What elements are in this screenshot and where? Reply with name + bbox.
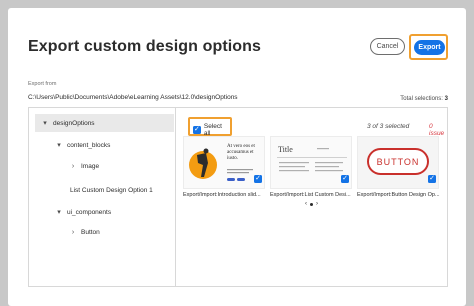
card-checkbox[interactable]: ✓ <box>428 175 436 183</box>
select-all-highlight: ✓ Select all <box>188 117 232 137</box>
tree-item-list-custom-design-option[interactable]: List Custom Design Option 1 <box>70 187 153 194</box>
export-panel: ▾ designOptions ▾ content_blocks › Image… <box>28 107 448 287</box>
export-button-highlight: Export <box>409 34 448 60</box>
card-thumbnail: Title <box>270 136 352 189</box>
export-button[interactable]: Export <box>414 40 445 55</box>
total-selections: Total selections: 3 <box>400 96 448 102</box>
chevron-right-icon: › <box>71 163 75 170</box>
export-path: C:\Users\Public\Documents\Adobe\eLearnin… <box>28 94 238 101</box>
items-panel: ✓ Select all 3 of 3 selected 0 issue At … <box>177 108 447 286</box>
previous-page-icon[interactable]: ‹ <box>305 201 307 207</box>
dialog-title: Export custom design options <box>28 38 262 55</box>
checkmark-icon: ✓ <box>193 126 201 134</box>
tree-item-label: Image <box>81 163 100 170</box>
selected-count: 3 of 3 selected <box>367 123 410 130</box>
folder-tree: ▾ designOptions ▾ content_blocks › Image… <box>29 108 176 286</box>
total-selections-value: 3 <box>444 96 448 102</box>
card-label: Export/Import:List Custom Desi... <box>270 192 351 198</box>
card-thumbnail: At vero eos et accusamus et iusto. <box>183 136 265 189</box>
export-from-label: Export from <box>28 81 57 87</box>
chevron-down-icon: ▾ <box>43 120 47 127</box>
total-selections-label: Total selections: <box>400 96 443 102</box>
page-dot-icon[interactable] <box>310 202 313 206</box>
design-card[interactable]: Title ✓ Export/Import:List Custom Desi..… <box>270 136 352 200</box>
card-label: Export/Import:Button Design Op... <box>357 192 440 198</box>
card-checkbox[interactable]: ✓ <box>341 175 349 183</box>
tree-item-label: Button <box>81 229 100 236</box>
thumbnail-text: At vero eos et accusamus et iusto. <box>227 144 255 161</box>
export-dialog: Export custom design options Cancel Expo… <box>8 8 466 306</box>
tree-item-label: content_blocks <box>67 141 111 149</box>
chevron-right-icon: › <box>71 229 75 236</box>
tree-item-label: List Custom Design Option 1 <box>70 187 153 194</box>
tree-item-image[interactable]: › Image <box>69 163 99 170</box>
thumbnail-title: Title <box>278 145 293 154</box>
card-label: Export/Import:Introduction slid... <box>183 192 261 198</box>
tree-item-designoptions[interactable]: ▾ designOptions <box>41 119 95 128</box>
tree-item-label: designOptions <box>53 119 95 127</box>
select-all-checkbox[interactable]: ✓ Select all <box>193 123 230 137</box>
tree-item-label: ui_components <box>67 208 112 216</box>
button-preview: BUTTON <box>367 148 429 175</box>
chevron-down-icon: ▾ <box>57 209 61 216</box>
card-checkbox[interactable]: ✓ <box>254 175 262 183</box>
design-card[interactable]: BUTTON ✓ Export/Import:Button Design Op.… <box>357 136 440 200</box>
pagination: ‹ › <box>305 201 318 207</box>
cancel-button[interactable]: Cancel <box>370 38 405 55</box>
select-all-label: Select all <box>203 123 222 137</box>
issue-count[interactable]: 0 issue <box>429 123 447 137</box>
chevron-down-icon: ▾ <box>57 142 61 149</box>
tree-item-ui-components[interactable]: ▾ ui_components <box>55 208 112 217</box>
tree-item-content-blocks[interactable]: ▾ content_blocks <box>55 141 111 150</box>
card-thumbnail: BUTTON <box>357 136 439 189</box>
tree-item-button[interactable]: › Button <box>69 229 100 236</box>
next-page-icon[interactable]: › <box>316 201 318 207</box>
design-card[interactable]: At vero eos et accusamus et iusto. ✓ Exp… <box>183 136 265 200</box>
